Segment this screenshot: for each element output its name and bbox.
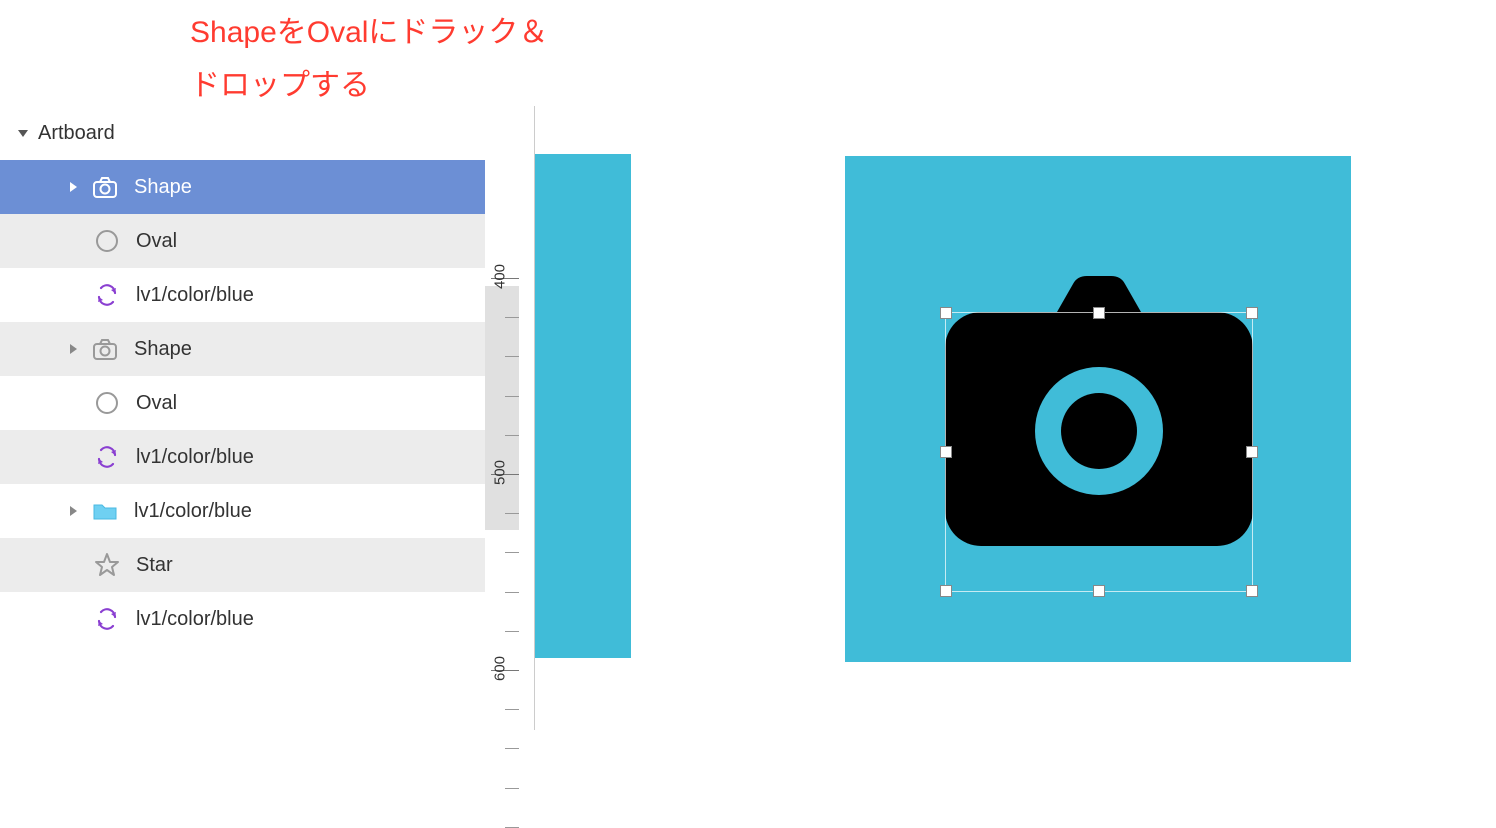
oval-icon <box>92 388 122 418</box>
selection-bounding-box[interactable] <box>945 312 1253 592</box>
layer-label: Star <box>136 554 485 577</box>
layer-row-symbol[interactable]: lv1/color/blue <box>0 268 485 322</box>
oval-icon <box>92 226 122 256</box>
sync-icon <box>92 442 122 472</box>
layer-label: Oval <box>136 230 485 253</box>
sync-icon <box>92 604 122 634</box>
selection-handle-tm[interactable] <box>1093 307 1105 319</box>
layer-row-artboard[interactable]: Artboard <box>0 106 485 160</box>
selection-handle-tl[interactable] <box>940 307 952 319</box>
layer-label: Oval <box>136 392 485 415</box>
annotation-line2: ドロップする <box>190 63 548 108</box>
layer-label: lv1/color/blue <box>134 500 485 523</box>
camera-icon <box>90 334 120 364</box>
layer-row-star[interactable]: Star <box>0 538 485 592</box>
artboard-main[interactable] <box>845 156 1351 662</box>
layer-label: lv1/color/blue <box>136 446 485 469</box>
selection-handle-ml[interactable] <box>940 446 952 458</box>
layer-row-symbol[interactable]: lv1/color/blue <box>0 430 485 484</box>
disclosure-right-icon[interactable] <box>64 340 82 358</box>
layers-panel: Artboard Shape Oval lv1/color/blue <box>0 106 485 646</box>
selection-handle-bm[interactable] <box>1093 585 1105 597</box>
layer-row-folder[interactable]: lv1/color/blue <box>0 484 485 538</box>
annotation-text: ShapeをOvalにドラック＆ ドロップする <box>190 10 548 108</box>
disclosure-down-icon[interactable] <box>14 124 32 142</box>
disclosure-right-icon[interactable] <box>64 178 82 196</box>
layer-label: Artboard <box>38 122 485 145</box>
annotation-line1: ShapeをOvalにドラック＆ <box>190 10 548 55</box>
camera-icon <box>90 172 120 202</box>
vertical-ruler: 400 500 600 <box>485 106 535 730</box>
selection-handle-br[interactable] <box>1246 585 1258 597</box>
layer-row-shape[interactable]: Shape <box>0 322 485 376</box>
ruler-tick-label: 600 <box>492 649 509 689</box>
layer-row-oval[interactable]: Oval <box>0 376 485 430</box>
ruler-tick-label: 500 <box>492 453 509 493</box>
layer-label: lv1/color/blue <box>136 284 485 307</box>
ruler-tick-label: 400 <box>492 257 509 297</box>
layer-label: Shape <box>134 338 485 361</box>
canvas-area[interactable] <box>535 106 1496 730</box>
layer-label: Shape <box>134 176 485 199</box>
selection-handle-mr[interactable] <box>1246 446 1258 458</box>
disclosure-right-icon[interactable] <box>64 502 82 520</box>
layer-label: lv1/color/blue <box>136 608 485 631</box>
layer-row-symbol[interactable]: lv1/color/blue <box>0 592 485 646</box>
sync-icon <box>92 280 122 310</box>
star-icon <box>92 550 122 580</box>
folder-icon <box>90 496 120 526</box>
layer-row-shape-selected[interactable]: Shape <box>0 160 485 214</box>
selection-handle-tr[interactable] <box>1246 307 1258 319</box>
selection-handle-bl[interactable] <box>940 585 952 597</box>
layer-row-oval[interactable]: Oval <box>0 214 485 268</box>
artboard-strip[interactable] <box>535 154 631 658</box>
